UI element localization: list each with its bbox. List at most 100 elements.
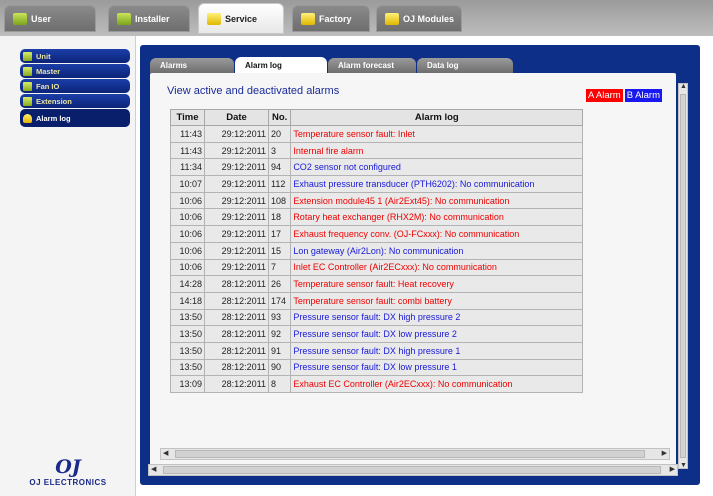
tab-label: OJ Modules: [403, 13, 455, 24]
sidebar-item-extension[interactable]: Extension: [20, 94, 130, 108]
cell-alarm-message: Pressure sensor fault: DX low pressure 2: [290, 325, 584, 343]
user-icon: [13, 12, 27, 25]
table-row[interactable]: 14:18 28:12:2011 174 Temperature sensor fau…: [170, 291, 584, 310]
tab-label: User: [31, 13, 52, 24]
sidebar-item-alarm-log[interactable]: Alarm log: [20, 109, 130, 127]
oj-electronics-logo: OJ OJ ELECTRONICS: [0, 456, 136, 487]
cell-time: 10:07: [170, 175, 205, 193]
module-icon: [23, 96, 32, 106]
table-row[interactable]: 11:34 29:12:2011 94 CO2 sensor not configur…: [170, 158, 584, 177]
sidebar-item-label: Alarm log: [36, 113, 71, 123]
cell-alarm-message: Exhaust pressure transducer (PTH6202): N…: [290, 175, 584, 193]
table-row[interactable]: 13:50 28:12:2011 91 Pressure sensor fault: …: [170, 341, 584, 360]
alarm-log-content: View active and deactivated alarms A Ala…: [150, 73, 688, 471]
sidebar: Unit Master Fan IO Extension Alarm log O…: [0, 36, 136, 496]
subtab-label: Alarm log: [245, 61, 282, 70]
column-header-date[interactable]: Date: [204, 109, 269, 126]
table-row[interactable]: 13:50 28:12:2011 90 Pressure sensor fault: …: [170, 358, 584, 377]
table-row[interactable]: 13:50 28:12:2011 92 Pressure sensor fault: …: [170, 325, 584, 343]
cell-alarm-message: Temperature sensor fault: combi battery: [290, 291, 584, 310]
page-title: View active and deactivated alarms: [167, 85, 340, 97]
scroll-up-icon[interactable]: ▲: [680, 83, 687, 90]
column-header-time[interactable]: Time: [170, 109, 205, 126]
table-row[interactable]: 11:43 29:12:2011 3 Internal fire alarm: [170, 141, 584, 160]
table-row[interactable]: 10:06 29:12:2011 17 Exhaust frequency conv.…: [170, 225, 584, 243]
table-row[interactable]: 10:06 29:12:2011 7 Inlet EC Controller (Air…: [170, 258, 584, 277]
sidebar-item-fan-io[interactable]: Fan IO: [20, 79, 130, 93]
cell-date: 29:12:2011: [204, 175, 269, 193]
tab-factory[interactable]: Factory: [292, 5, 370, 32]
cell-date: 28:12:2011: [204, 291, 269, 310]
horizontal-scroll-thumb[interactable]: [175, 450, 645, 458]
cell-number: 26: [267, 275, 292, 293]
cell-alarm-message: Internal fire alarm: [290, 141, 584, 160]
cell-alarm-message: Temperature sensor fault: Inlet: [290, 125, 584, 143]
cell-time: 14:18: [170, 291, 205, 310]
alarm-rows: 11:43 29:12:2011 20 Temperature sensor faul…: [170, 125, 584, 393]
cell-number: 91: [267, 341, 292, 360]
vertical-scroll-thumb[interactable]: [680, 94, 686, 458]
subtab-data-log[interactable]: Data log: [417, 58, 513, 73]
scroll-left-icon[interactable]: ◀: [163, 449, 168, 457]
cell-date: 28:12:2011: [204, 341, 269, 360]
table-row[interactable]: 10:07 29:12:2011 112 Exhaust pressure trans…: [170, 175, 584, 193]
cell-number: 90: [267, 358, 292, 377]
cell-number: 174: [267, 291, 292, 310]
cell-time: 14:28: [170, 275, 205, 293]
sidebar-item-unit[interactable]: Unit: [20, 49, 130, 63]
main-panel: Alarms Alarm log Alarm forecast Data log…: [140, 45, 700, 485]
module-icon: [23, 66, 32, 76]
subtab-alarm-log[interactable]: Alarm log: [235, 57, 327, 74]
cell-date: 29:12:2011: [204, 208, 269, 227]
table-row[interactable]: 14:28 28:12:2011 26 Temperature sensor faul…: [170, 275, 584, 293]
scroll-right-icon[interactable]: ▶: [662, 449, 667, 457]
horizontal-scroll-thumb[interactable]: [163, 466, 661, 474]
cell-date: 29:12:2011: [204, 258, 269, 277]
table-row[interactable]: 10:06 29:12:2011 15 Lon gateway (Air2Lon): …: [170, 241, 584, 260]
cell-time: 11:34: [170, 158, 205, 177]
vertical-scrollbar[interactable]: ▲ ▼: [678, 83, 688, 469]
cell-number: 15: [267, 241, 292, 260]
logo-mark: OJ: [55, 456, 81, 478]
top-tab-bar: User Installer Service Factory OJ Module…: [0, 0, 713, 36]
subtab-alarm-forecast[interactable]: Alarm forecast: [328, 58, 416, 73]
tab-service[interactable]: Service: [198, 3, 284, 34]
cell-date: 29:12:2011: [204, 125, 269, 143]
cell-alarm-message: Exhaust EC Controller (Air2ECxxx): No co…: [290, 375, 584, 393]
tab-oj-modules[interactable]: OJ Modules: [376, 5, 462, 32]
cell-time: 10:06: [170, 258, 205, 277]
column-header-no[interactable]: No.: [267, 109, 292, 126]
cell-number: 7: [267, 258, 292, 277]
horizontal-scrollbar-outer[interactable]: ◀ ▶: [148, 464, 678, 476]
subtab-alarms[interactable]: Alarms: [150, 58, 234, 73]
cell-number: 20: [267, 125, 292, 143]
cell-time: 13:50: [170, 325, 205, 343]
bell-icon: [23, 113, 32, 123]
subtab-label: Data log: [427, 61, 459, 70]
cell-alarm-message: Pressure sensor fault: DX low pressure 1: [290, 358, 584, 377]
cell-number: 3: [267, 141, 292, 160]
subtab-label: Alarm forecast: [338, 61, 395, 70]
cell-date: 28:12:2011: [204, 308, 269, 327]
table-row[interactable]: 11:43 29:12:2011 20 Temperature sensor faul…: [170, 125, 584, 143]
column-header-alarm-log[interactable]: Alarm log: [290, 109, 584, 126]
cell-alarm-message: CO2 sensor not configured: [290, 158, 584, 177]
table-row[interactable]: 13:09 28:12:2011 8 Exhaust EC Controller (A…: [170, 375, 584, 393]
cell-time: 11:43: [170, 141, 205, 160]
cell-number: 8: [267, 375, 292, 393]
scroll-down-icon[interactable]: ▼: [680, 462, 687, 469]
tab-user[interactable]: User: [4, 5, 96, 32]
cell-time: 13:50: [170, 308, 205, 327]
cell-date: 28:12:2011: [204, 325, 269, 343]
table-row[interactable]: 13:50 28:12:2011 93 Pressure sensor fault: …: [170, 308, 584, 327]
table-row[interactable]: 10:06 29:12:2011 108 Extension module45 1 (…: [170, 191, 584, 210]
tab-installer[interactable]: Installer: [108, 5, 190, 32]
horizontal-scrollbar-inner[interactable]: ◀ ▶: [160, 448, 670, 460]
scroll-left-icon[interactable]: ◀: [151, 465, 156, 473]
cell-date: 28:12:2011: [204, 375, 269, 393]
cell-number: 18: [267, 208, 292, 227]
sidebar-item-master[interactable]: Master: [20, 64, 130, 78]
table-row[interactable]: 10:06 29:12:2011 18 Rotary heat exchanger (…: [170, 208, 584, 227]
scroll-right-icon[interactable]: ▶: [670, 465, 675, 473]
legend-b-alarm: B Alarm: [624, 89, 662, 102]
